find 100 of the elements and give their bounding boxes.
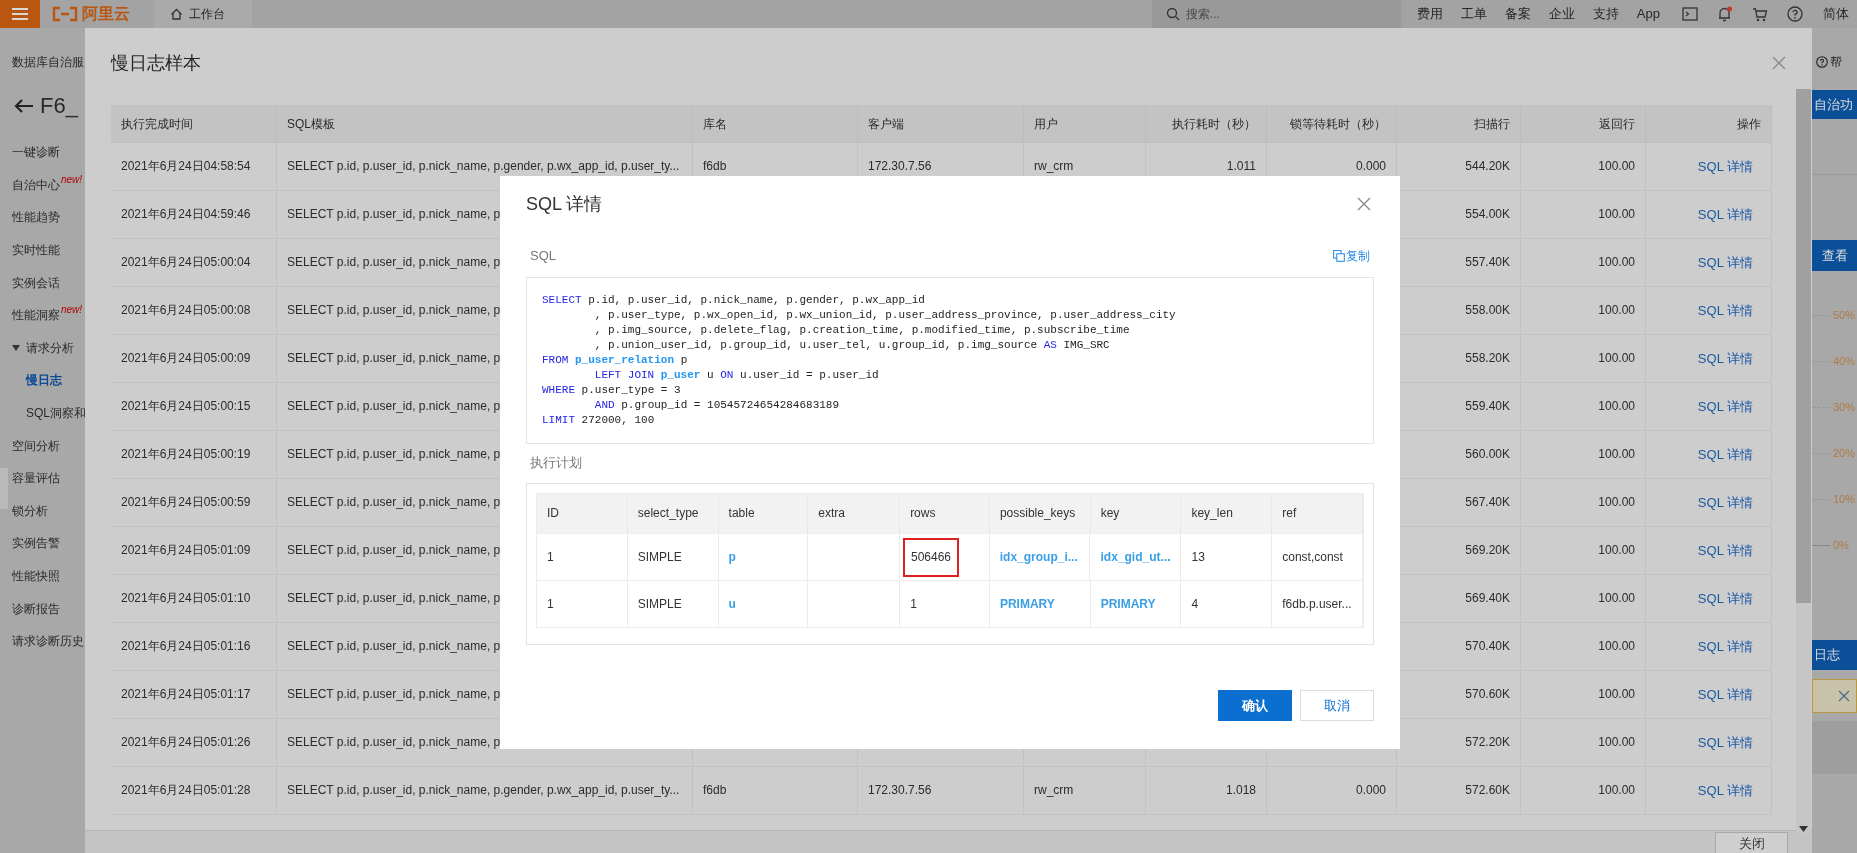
column-header: 执行耗时（秒）	[1146, 105, 1267, 143]
back-arrow-icon[interactable]	[14, 98, 34, 114]
copy-link[interactable]: 复制	[1333, 247, 1370, 265]
sidebar-item[interactable]: 请求分析	[12, 331, 74, 365]
sidebar-item[interactable]: 实例告警	[12, 527, 60, 560]
axis-label: 30%	[1833, 399, 1856, 415]
table-cell: 572.60K	[1397, 767, 1521, 814]
search-field[interactable]: 搜索...	[1151, 0, 1401, 28]
sql-detail-link[interactable]: SQL 详情	[1697, 780, 1753, 801]
confirm-button[interactable]: 确认	[1218, 690, 1292, 721]
log-button[interactable]: 日志	[1812, 640, 1857, 670]
table-cell: rw_crm	[1024, 767, 1146, 814]
sql-detail-link[interactable]: SQL 详情	[1697, 684, 1753, 705]
help-icon[interactable]	[1816, 56, 1828, 68]
section-label: 执行计划	[529, 454, 582, 472]
table-cell: 172.30.7.56	[858, 767, 1024, 814]
scrollbar[interactable]	[1796, 89, 1811, 834]
sql-detail-link[interactable]: SQL 详情	[1697, 636, 1753, 657]
search-icon	[1165, 7, 1180, 21]
close-icon[interactable]	[1771, 55, 1787, 71]
sql-detail-link[interactable]: SQL 详情	[1697, 444, 1753, 465]
sidebar-item[interactable]: 空间分析	[12, 429, 60, 462]
table-cell: 100.00	[1521, 383, 1646, 430]
sql-detail-link[interactable]: SQL 详情	[1697, 396, 1753, 417]
help-icon[interactable]	[1787, 6, 1803, 22]
sidebar-item[interactable]: 请求诊断历史	[12, 624, 84, 658]
table-cell-text: 1	[547, 596, 554, 613]
sql-detail-link[interactable]: SQL 详情	[1697, 588, 1753, 609]
table-cell-text: 13	[1191, 549, 1205, 566]
table-cell: 100.00	[1521, 239, 1646, 286]
column-header: 库名	[693, 105, 858, 143]
column-header: 锁等待耗时（秒）	[1267, 105, 1397, 143]
scroll-thumb[interactable]	[1796, 89, 1811, 603]
column-header: 执行完成时间	[111, 105, 277, 143]
view-button[interactable]: 查看	[1812, 240, 1857, 271]
table-cell-text: 1	[547, 549, 554, 566]
help-link[interactable]: 帮	[1830, 53, 1842, 71]
table-cell-text: const,const	[1282, 549, 1343, 566]
sql-detail-link[interactable]: SQL 详情	[1697, 252, 1753, 273]
instance-title: F6_	[40, 92, 78, 120]
cart-icon[interactable]	[1752, 6, 1768, 22]
nav-link[interactable]: App	[1636, 4, 1660, 24]
breadcrumb-text: 数据库自治服	[11, 54, 85, 71]
copy-icon	[1333, 250, 1345, 262]
sql-detail-link[interactable]: SQL 详情	[1697, 156, 1753, 177]
column-header: extra	[808, 494, 901, 533]
sql-detail-link[interactable]: SQL 详情	[1697, 492, 1753, 513]
table-cell: 100.00	[1521, 191, 1646, 238]
sidebar-item[interactable]: 实例会话	[12, 266, 60, 299]
table-cell-text: 1	[910, 596, 917, 613]
language-link[interactable]: 简体	[1823, 4, 1849, 24]
logo-icon[interactable]	[52, 6, 78, 22]
cancel-button[interactable]: 取消	[1300, 690, 1374, 721]
sidebar-item[interactable]: 诊断报告	[12, 592, 60, 625]
table-cell: 100.00	[1521, 575, 1646, 622]
column-header: table	[718, 494, 809, 533]
nav-link[interactable]: 费用	[1416, 4, 1443, 24]
close-icon[interactable]	[1838, 690, 1850, 702]
nav-link[interactable]: 支持	[1592, 4, 1619, 24]
table-cell-text: 4	[1191, 596, 1199, 613]
sidebar-item[interactable]: 慢日志	[26, 364, 62, 397]
sidebar-item[interactable]: 锁分析	[12, 494, 48, 528]
table-cell: 100.00	[1521, 143, 1646, 190]
menu-button[interactable]	[0, 0, 40, 28]
table-cell: SELECT p.id, p.user_id, p.nick_name, p.gender, p.wx_app_id, p.user_ty...	[277, 767, 693, 814]
sidebar-item[interactable]: 性能趋势	[12, 201, 60, 234]
nav-link[interactable]: 备案	[1504, 4, 1531, 24]
table-cell: 2021年6月24日05:01:10	[111, 575, 277, 622]
nav-link[interactable]: 企业	[1548, 4, 1575, 24]
sidebar-item[interactable]: 容量评估	[12, 461, 60, 495]
axis-label: 50%	[1833, 307, 1856, 323]
axis-label: 20%	[1833, 445, 1856, 461]
sidebar-item[interactable]: SQL洞察和	[26, 396, 85, 430]
column-header: key_len	[1181, 494, 1273, 533]
column-header: 扫描行	[1397, 105, 1521, 143]
sql-detail-link[interactable]: SQL 详情	[1697, 204, 1753, 225]
table-cell: 2021年6月24日05:00:15	[111, 383, 277, 430]
scroll-down-icon[interactable]	[1799, 826, 1808, 832]
sql-detail-link[interactable]: SQL 详情	[1697, 732, 1753, 753]
sql-detail-link[interactable]: SQL 详情	[1697, 540, 1753, 561]
table-cell: 100.00	[1521, 431, 1646, 478]
sidebar-item[interactable]: 性能快照	[12, 559, 60, 593]
sidebar-item[interactable]: 一键诊断	[12, 136, 60, 169]
column-header: 客户端	[858, 105, 1024, 143]
bell-icon[interactable]	[1717, 5, 1733, 23]
sidebar-item[interactable]: 实时性能	[12, 233, 60, 267]
sql-detail-link[interactable]: SQL 详情	[1697, 348, 1753, 369]
sql-detail-link[interactable]: SQL 详情	[1697, 300, 1753, 321]
table-cell: 100.00	[1521, 287, 1646, 334]
nav-link[interactable]: 工单	[1460, 4, 1487, 24]
workbench-tab[interactable]: 工作台	[154, 0, 252, 28]
close-button[interactable]: 关闭	[1715, 832, 1788, 853]
table-cell: 2021年6月24日05:01:28	[111, 767, 277, 814]
code-line: FROM p_user_relation p	[542, 353, 688, 368]
table-cell: 2021年6月24日05:00:19	[111, 431, 277, 478]
column-header: SQL模板	[277, 105, 693, 143]
close-icon[interactable]	[1356, 196, 1372, 212]
table-cell: 2021年6月24日05:01:26	[111, 719, 277, 766]
terminal-icon[interactable]	[1682, 7, 1698, 21]
axis-label: 40%	[1833, 353, 1856, 369]
